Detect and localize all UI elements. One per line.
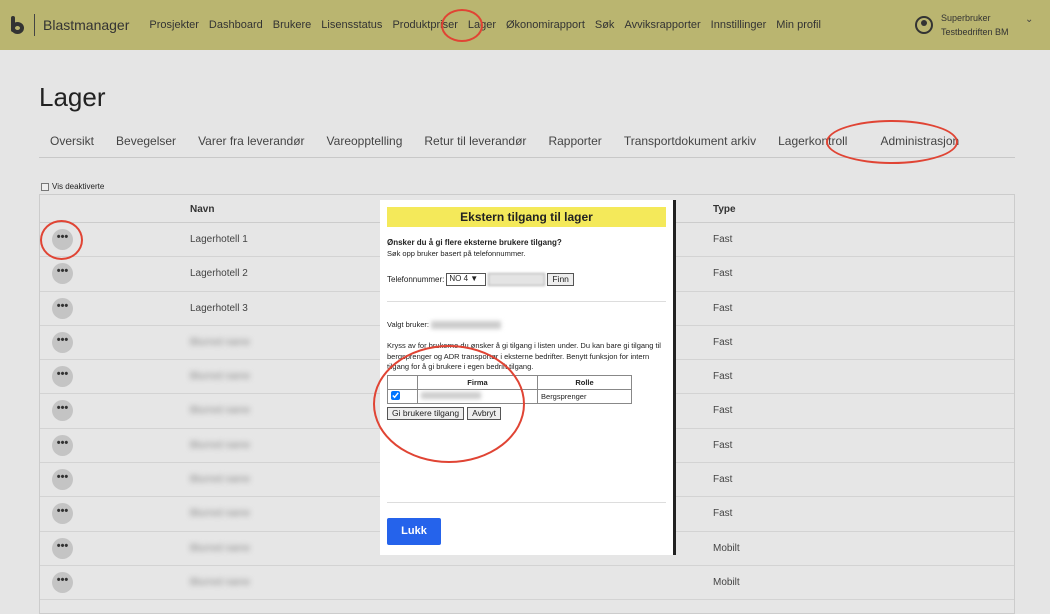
nav-prosjekter[interactable]: Prosjekter	[149, 19, 199, 31]
tab-vareopptelling[interactable]: Vareopptelling	[316, 126, 414, 157]
user-menu[interactable]: Superbruker Testbedriften BM	[915, 13, 1009, 37]
row-menu-button[interactable]: •••	[52, 229, 73, 250]
find-button[interactable]: Finn	[547, 273, 574, 286]
blastmanager-logo-icon[interactable]	[10, 16, 26, 34]
dialog-subtitle: Søk opp bruker basert på telefonnummer.	[387, 249, 526, 258]
brand-name[interactable]: Blastmanager	[43, 17, 129, 33]
row-name: Blurred name	[190, 576, 251, 588]
row-name: Lagerhotell 3	[190, 302, 248, 314]
dialog-info: Kryss av for brukerne du ønsker å gi til…	[387, 341, 661, 371]
page-title: Lager	[39, 82, 106, 112]
top-navbar: Blastmanager Prosjekter Dashboard Brukere L…	[0, 0, 1050, 50]
row-menu-button[interactable]: •••	[52, 400, 73, 422]
tab-bevegelser[interactable]: Bevegelser	[105, 126, 187, 157]
user-company: Testbedriften BM	[941, 27, 1009, 37]
nav-innstillinger[interactable]: Innstillinger	[711, 19, 767, 31]
row-name: Blurred name	[190, 542, 251, 554]
table-row: ••• Blurred name Mobilt	[40, 566, 1014, 601]
phone-search: Telefonnummer: NO 4 ▼ Finn	[387, 273, 574, 286]
selected-user: Valgt bruker:	[387, 320, 502, 330]
user-avatar-icon	[915, 16, 933, 34]
row-menu-button[interactable]: •••	[52, 434, 73, 456]
divider	[387, 502, 666, 503]
nav-dashboard[interactable]: Dashboard	[209, 19, 263, 31]
nav-brukere[interactable]: Brukere	[273, 19, 312, 31]
main-nav: Prosjekter Dashboard Brukere Lisensstatus Pr…	[149, 19, 821, 31]
row-type: Fast	[713, 508, 733, 520]
cancel-button[interactable]: Avbryt	[467, 407, 502, 420]
row-menu-button[interactable]: •••	[52, 366, 73, 388]
row-type: Fast	[713, 405, 733, 417]
row-type: Mobilt	[713, 576, 740, 588]
dialog-title: Ekstern tilgang til lager	[387, 207, 666, 227]
phone-input[interactable]	[488, 273, 546, 286]
row-name: Lagerhotell 2	[190, 268, 248, 280]
tab-oversikt[interactable]: Oversikt	[39, 126, 105, 157]
company-role-table: Firma Rolle Bergsprenger	[387, 375, 632, 404]
divider	[387, 301, 666, 302]
row-name: Blurred name	[190, 405, 251, 417]
nav-min profil[interactable]: Min profil	[776, 19, 821, 31]
row-menu-button[interactable]: •••	[52, 503, 73, 525]
row-name: Blurred name	[190, 336, 251, 348]
row-name: Blurred name	[190, 474, 251, 486]
row-menu-button[interactable]: •••	[52, 469, 73, 491]
col-name: Navn	[190, 204, 215, 215]
row-menu-button[interactable]: •••	[52, 537, 73, 559]
nav-søk[interactable]: Søk	[595, 19, 615, 31]
selected-user-label: Valgt bruker:	[387, 320, 429, 329]
divider	[34, 14, 35, 36]
chevron-down-icon[interactable]: ⌄	[1025, 14, 1033, 25]
row-type: Fast	[713, 234, 733, 245]
row-type: Fast	[713, 268, 733, 280]
row-menu-button[interactable]: •••	[52, 571, 73, 593]
external-access-dialog: Ekstern tilgang til lager Ønsker du å gi…	[380, 200, 673, 555]
row-name: Blurred name	[190, 508, 251, 520]
dialog-question: Ønsker du å gi flere eksterne brukere ti…	[387, 238, 562, 247]
table-row: Bergsprenger	[387, 389, 632, 404]
show-deactivated-checkbox[interactable]: Vis deaktiverte	[41, 182, 104, 191]
tab-varer-fra-leverandør[interactable]: Varer fra leverandør	[187, 126, 315, 157]
user-role: Superbruker	[941, 13, 991, 23]
tab-administrasjon[interactable]: Administrasjon	[858, 126, 981, 157]
col-rolle: Rolle	[537, 375, 632, 390]
row-type: Mobilt	[713, 542, 740, 554]
row-menu-button[interactable]: •••	[52, 297, 73, 319]
row-type: Fast	[713, 336, 733, 348]
role-cell: Bergsprenger	[537, 389, 632, 404]
country-code-select[interactable]: NO 4 ▼	[446, 273, 487, 286]
row-type: Fast	[713, 302, 733, 314]
nav-produktpriser[interactable]: Produktpriser	[392, 19, 457, 31]
row-name: Blurred name	[190, 439, 251, 451]
tab-bar: Oversikt Bevegelser Varer fra leverandør Va…	[39, 126, 1015, 158]
grant-checkbox[interactable]	[391, 391, 400, 400]
row-type: Fast	[713, 439, 733, 451]
row-name: Blurred name	[190, 371, 251, 383]
col-firma: Firma	[416, 375, 539, 390]
row-type: Fast	[713, 474, 733, 486]
col-type: Type	[713, 204, 736, 215]
tab-retur-til-leverandør[interactable]: Retur til leverandør	[413, 126, 537, 157]
grant-access-button[interactable]: Gi brukere tilgang	[387, 407, 465, 420]
tab-lagerkontroll[interactable]: Lagerkontroll	[767, 126, 858, 157]
nav-lager[interactable]: Lager	[468, 19, 496, 31]
nav-avviksrapporter[interactable]: Avviksrapporter	[624, 19, 700, 31]
tab-rapporter[interactable]: Rapporter	[537, 126, 612, 157]
row-menu-button[interactable]: •••	[52, 263, 73, 285]
country-code-value: NO 4	[449, 274, 469, 283]
tab-transportdokument-arkiv[interactable]: Transportdokument arkiv	[613, 126, 767, 157]
row-menu-button[interactable]: •••	[52, 331, 73, 353]
nav-økonomirapport[interactable]: Økonomirapport	[506, 19, 585, 31]
phone-label: Telefonnummer:	[387, 275, 445, 284]
close-button[interactable]: Lukk	[387, 518, 441, 545]
nav-lisensstatus[interactable]: Lisensstatus	[321, 19, 382, 31]
row-type: Fast	[713, 371, 733, 383]
show-deactivated-label: Vis deaktiverte	[52, 182, 105, 191]
row-name: Lagerhotell 1	[190, 234, 248, 245]
